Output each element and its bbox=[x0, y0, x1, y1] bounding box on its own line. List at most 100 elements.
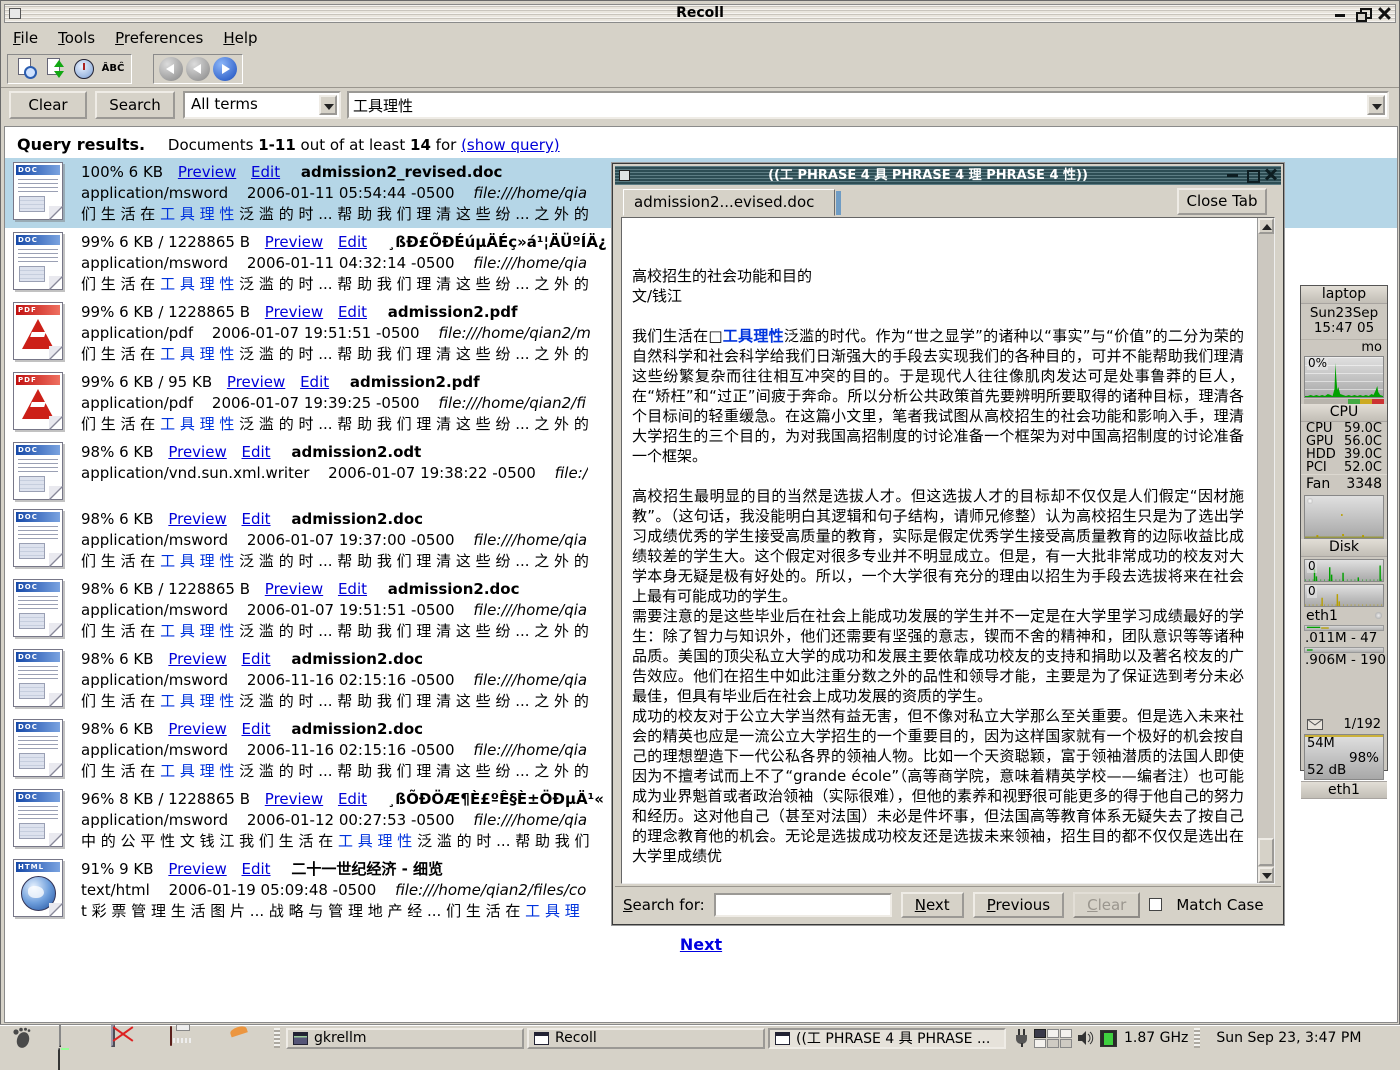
result-text: 100% 6 KB Preview Edit admission2_revise… bbox=[81, 162, 589, 225]
taskbar-window-button[interactable]: ((工 PHRASE 4 具 PHRASE ... bbox=[768, 1028, 1006, 1049]
battery-monitor-icon[interactable] bbox=[1100, 1030, 1117, 1047]
preview-link[interactable]: Preview bbox=[168, 860, 226, 878]
next-page-icon[interactable] bbox=[213, 57, 237, 81]
chevron-down-icon[interactable] bbox=[319, 95, 337, 115]
edit-link[interactable]: Edit bbox=[242, 510, 271, 528]
result-title: admission2.doc bbox=[388, 580, 520, 598]
edit-link[interactable]: Edit bbox=[242, 443, 271, 461]
edit-link[interactable]: Edit bbox=[300, 373, 329, 391]
result-date: 2006-11-16 02:15:16 -0500 bbox=[247, 741, 455, 759]
terminal-icon[interactable] bbox=[58, 1027, 82, 1049]
taskbar-window-button[interactable]: Recoll bbox=[527, 1028, 765, 1049]
workspace-pager[interactable] bbox=[1034, 1029, 1072, 1048]
power-plug-icon[interactable] bbox=[1014, 1029, 1029, 1047]
preview-link[interactable]: Preview bbox=[265, 580, 323, 598]
search-input[interactable] bbox=[353, 94, 1363, 116]
speaker-icon[interactable] bbox=[1077, 1030, 1095, 1046]
match-case-checkbox[interactable] bbox=[1149, 898, 1162, 911]
edit-link[interactable]: Edit bbox=[338, 580, 367, 598]
preview-titlebar[interactable]: ((工 PHRASE 4 具 PHRASE 4 理 PHRASE 4 性)) bbox=[615, 166, 1281, 185]
sort-parameters-icon[interactable] bbox=[42, 56, 68, 82]
result-date: 2006-01-07 19:39:25 -0500 bbox=[212, 394, 420, 412]
document-history-icon[interactable] bbox=[71, 56, 97, 82]
taskbar-window-button[interactable]: gkrellm bbox=[286, 1028, 524, 1049]
find-previous-button[interactable]: Previous bbox=[973, 892, 1064, 918]
preview-window-menu-icon[interactable] bbox=[619, 170, 630, 181]
cpu-section-title: CPU bbox=[1301, 404, 1387, 422]
edit-link[interactable]: Edit bbox=[242, 720, 271, 738]
disk-section-title: Disk bbox=[1301, 539, 1387, 557]
preview-link[interactable]: Preview bbox=[227, 373, 285, 391]
edit-link[interactable]: Edit bbox=[338, 790, 367, 808]
advanced-search-icon[interactable] bbox=[13, 56, 39, 82]
result-title: admission2.pdf bbox=[350, 373, 480, 391]
preview-link[interactable]: Preview bbox=[168, 720, 226, 738]
history-dropdown-icon[interactable] bbox=[1367, 95, 1385, 115]
result-mimetype: application/pdf bbox=[81, 324, 193, 342]
edit-link[interactable]: Edit bbox=[338, 233, 367, 251]
page-fold-decoration bbox=[49, 346, 63, 360]
preview-window-title: ((工 PHRASE 4 具 PHRASE 4 理 PHRASE 4 性)) bbox=[635, 166, 1221, 185]
menu-help[interactable]: Help bbox=[223, 29, 257, 47]
gkrellm-footer: eth1 bbox=[1301, 781, 1387, 799]
screensaver-icon[interactable] bbox=[110, 1027, 134, 1049]
typewriter-icon[interactable] bbox=[170, 1027, 194, 1049]
preview-tab[interactable]: admission2...evised.doc bbox=[623, 189, 835, 216]
clear-button[interactable]: Clear bbox=[9, 91, 87, 119]
menu-tools[interactable]: Tools bbox=[58, 29, 95, 47]
result-snippet: 们 生 活 在 工 具 理 性 泛 滥 的 时 ... 帮 助 我 们 理 清 … bbox=[81, 761, 589, 782]
scroll-thumb[interactable] bbox=[1258, 838, 1274, 866]
preview-link[interactable]: Preview bbox=[168, 443, 226, 461]
preview-link[interactable]: Preview bbox=[168, 650, 226, 668]
gkrellm-panel: laptop Sun23Sep 15:47 05 mo 0% CPU CPU 5… bbox=[1300, 285, 1388, 771]
scroll-down-icon[interactable] bbox=[1258, 867, 1274, 883]
result-title: ¸ßÐ£ÕÐÉúµÄÉç»á¹¦ÄÜºÍÄ¿ bbox=[388, 233, 607, 251]
find-next-button[interactable]: Next bbox=[901, 892, 964, 918]
term-explorer-icon[interactable]: ÂBĈ bbox=[100, 56, 126, 82]
file-type-icon: HTML bbox=[13, 859, 67, 919]
preview-link[interactable]: Preview bbox=[265, 790, 323, 808]
eth-label: eth1 bbox=[1306, 608, 1338, 624]
result-url: file:/ bbox=[555, 464, 588, 482]
search-button[interactable]: Search bbox=[95, 91, 175, 119]
preview-text[interactable]: 高校招生的社会功能和目的文/钱江我们生活在□工具理性泛滥的时代。作为“世之显学”… bbox=[621, 217, 1275, 884]
preview-tabbar: admission2...evised.doc Close Tab bbox=[615, 185, 1281, 216]
close-icon[interactable] bbox=[1378, 7, 1391, 20]
window-icon bbox=[775, 1032, 790, 1045]
menu-file[interactable]: File bbox=[13, 29, 38, 47]
taskbar-clock[interactable]: Sun Sep 23, 3:47 PM bbox=[1216, 1030, 1361, 1046]
cpu-usage-value: 0% bbox=[1307, 357, 1328, 370]
firefox-icon[interactable] bbox=[228, 1027, 252, 1049]
edit-link[interactable]: Edit bbox=[338, 303, 367, 321]
find-label: Search for: bbox=[623, 896, 705, 914]
preview-maximize-icon[interactable] bbox=[1246, 168, 1258, 182]
scroll-up-icon[interactable] bbox=[1258, 218, 1274, 234]
snippet-highlight: 工 具 理 性 bbox=[160, 762, 234, 780]
preview-link[interactable]: Preview bbox=[178, 163, 236, 181]
menu-preferences[interactable]: Preferences bbox=[115, 29, 203, 47]
preview-link[interactable]: Preview bbox=[265, 233, 323, 251]
find-input[interactable] bbox=[714, 893, 892, 917]
close-tab-button[interactable]: Close Tab bbox=[1177, 188, 1267, 215]
preview-paragraph: 我们生活在□工具理性泛滥的时代。作为“世之显学”的诸种以“事实”与“价值”的二分… bbox=[632, 326, 1244, 466]
preview-scrollbar[interactable] bbox=[1257, 218, 1274, 883]
result-mimetype: application/vnd.sun.xml.writer bbox=[81, 464, 309, 482]
file-type-icon: DOC bbox=[13, 579, 67, 639]
show-query-link[interactable]: (show query) bbox=[461, 136, 560, 154]
edit-link[interactable]: Edit bbox=[242, 860, 271, 878]
maximize-icon[interactable] bbox=[1356, 7, 1369, 20]
preview-close-icon[interactable] bbox=[1265, 168, 1277, 182]
gnome-menu-icon[interactable] bbox=[10, 1027, 34, 1049]
preview-link[interactable]: Preview bbox=[265, 303, 323, 321]
edit-link[interactable]: Edit bbox=[251, 163, 280, 181]
previous-page-icon[interactable] bbox=[186, 57, 210, 81]
first-page-icon[interactable] bbox=[159, 57, 183, 81]
recoll-titlebar[interactable]: Recoll bbox=[4, 4, 1396, 23]
preview-link[interactable]: Preview bbox=[168, 510, 226, 528]
preview-minimize-icon[interactable] bbox=[1227, 168, 1239, 182]
next-page-link[interactable]: Next bbox=[5, 935, 1397, 954]
search-mode-select[interactable]: All terms bbox=[183, 91, 341, 119]
minimize-icon[interactable] bbox=[1334, 7, 1347, 20]
edit-link[interactable]: Edit bbox=[242, 650, 271, 668]
result-snippet: 们 生 活 在 工 具 理 性 泛 滥 的 时 ... 帮 助 我 们 理 清 … bbox=[81, 274, 607, 295]
